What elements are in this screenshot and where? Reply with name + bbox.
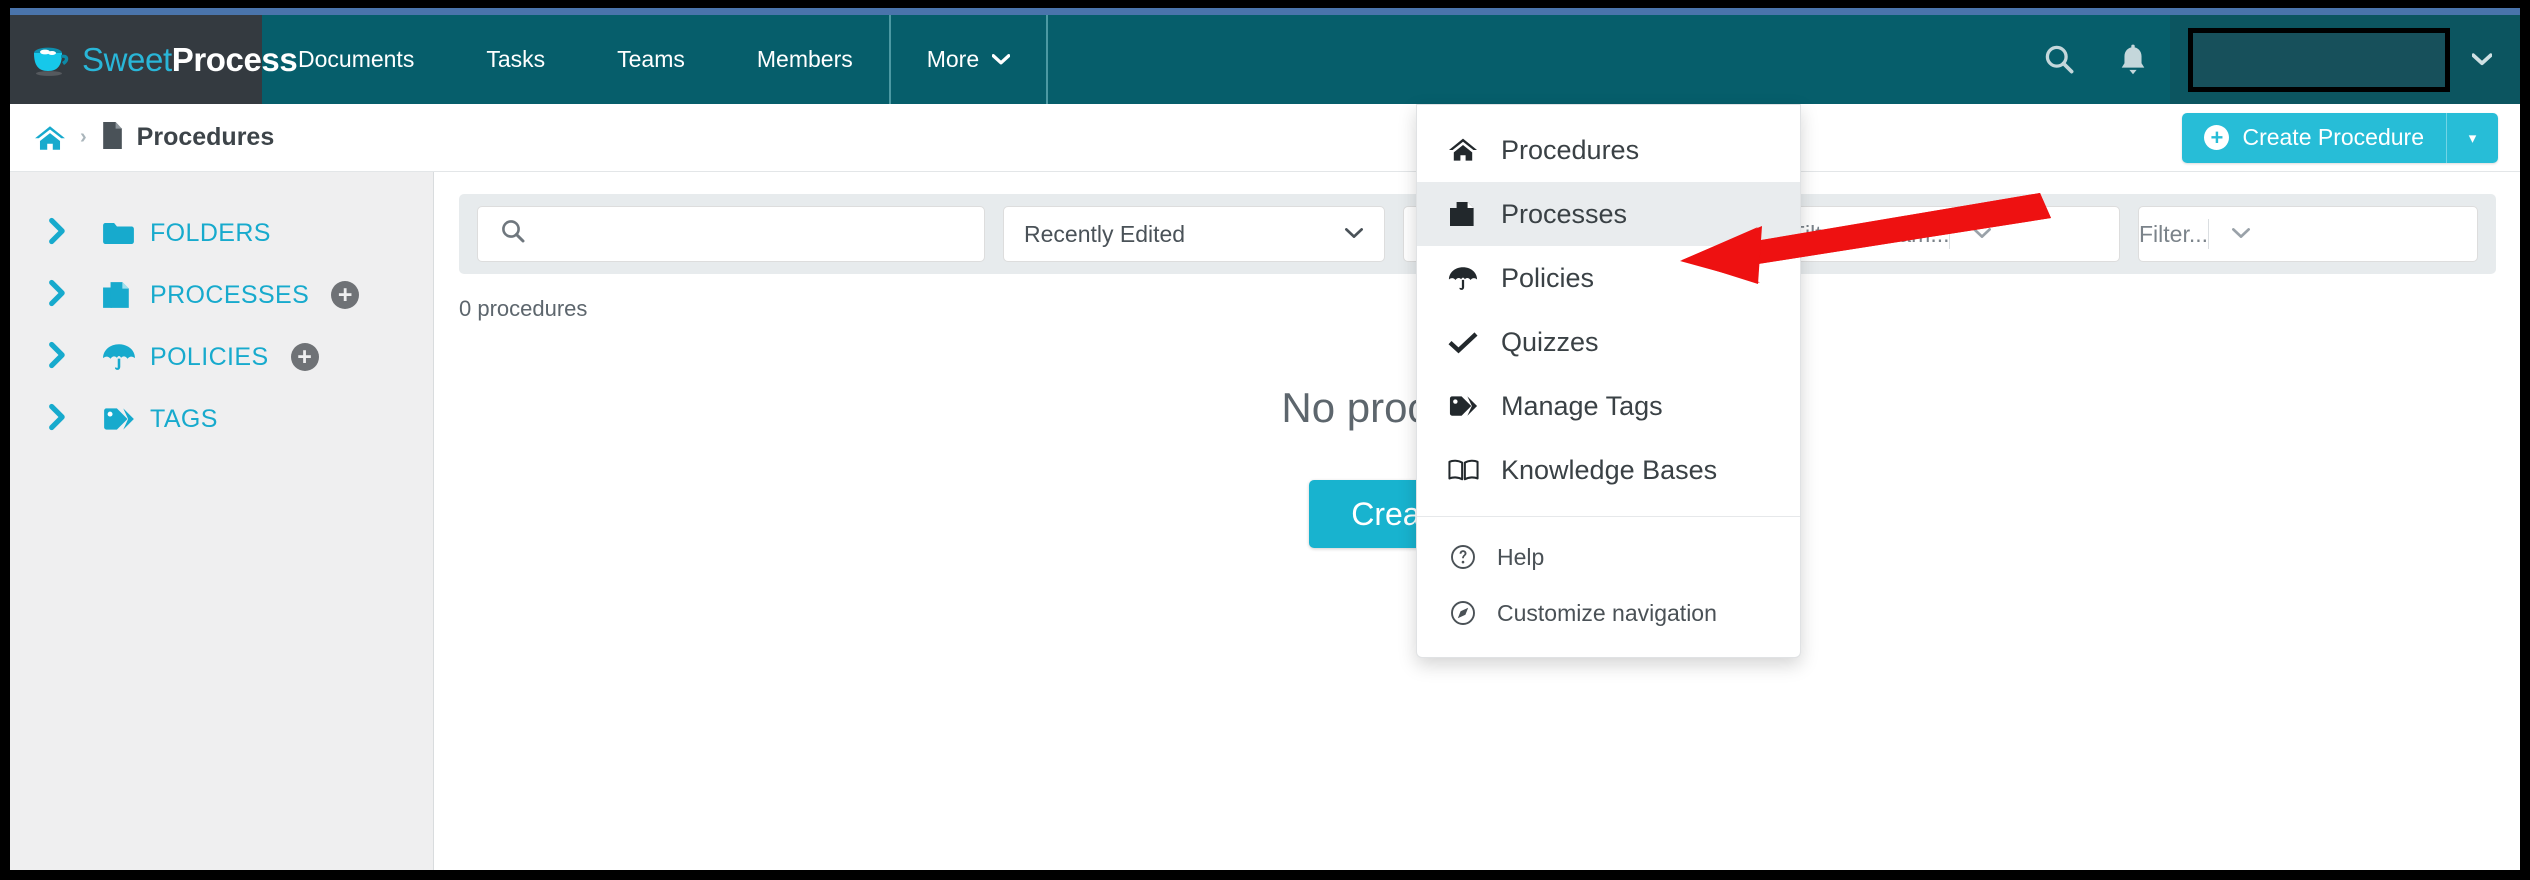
chevron-right-icon[interactable]	[48, 279, 102, 312]
sidebar-item-folders[interactable]: FOLDERS	[10, 202, 433, 264]
chevron-down-icon	[991, 51, 1011, 68]
search-field[interactable]	[477, 206, 985, 262]
breadcrumb-separator: ›	[80, 126, 87, 148]
processes-icon	[1445, 200, 1481, 228]
search-input[interactable]	[542, 220, 984, 248]
add-policy-button[interactable]: +	[290, 343, 319, 371]
create-procedure-label: Create Procedure	[2242, 124, 2424, 150]
sidebar: FOLDERS PROCESSES + POLICIES + TAGS	[10, 172, 434, 870]
search-icon[interactable]	[2022, 15, 2096, 104]
create-procedure-dropdown-toggle[interactable]: ▾	[2446, 112, 2498, 163]
page-progress-bar	[10, 8, 2520, 15]
umbrella-icon	[102, 342, 150, 372]
menu-item-label: Policies	[1501, 262, 1595, 293]
menu-divider	[1417, 516, 1800, 517]
search-icon	[500, 218, 526, 250]
page-title: Procedures	[136, 123, 275, 151]
extra-filter-select[interactable]: Filter...	[2138, 206, 2478, 262]
screenshot-frame: SweetProcess Documents Tasks Teams Membe…	[0, 0, 2530, 880]
nav-item-label: Members	[756, 46, 853, 72]
tag-icon	[102, 406, 150, 432]
add-process-button[interactable]: +	[331, 281, 360, 309]
top-navigation-bar: SweetProcess Documents Tasks Teams Membe…	[10, 15, 2520, 104]
brand-logo-area[interactable]: SweetProcess	[10, 15, 298, 104]
chevron-down-icon	[2231, 224, 2251, 244]
sidebar-item-label: TAGS	[150, 404, 218, 433]
breadcrumb: › Procedures	[10, 121, 274, 155]
nav-item-label: Documents	[298, 46, 415, 72]
sidebar-item-label: POLICIES	[150, 342, 269, 371]
chevron-right-icon[interactable]	[48, 341, 102, 374]
sidebar-item-label: FOLDERS	[150, 218, 271, 247]
caret-down-icon: ▾	[2468, 129, 2477, 147]
more-dropdown-menu: Procedures Processes Policies Quizzes Ma…	[1416, 104, 1801, 658]
menu-item-quizzes[interactable]: Quizzes	[1417, 310, 1800, 374]
user-menu[interactable]	[2170, 15, 2520, 104]
menu-item-label: Manage Tags	[1501, 390, 1663, 421]
breadcrumb-bar: › Procedures + Create Procedure ▾	[10, 104, 2520, 172]
home-icon[interactable]	[34, 124, 66, 152]
compass-icon	[1445, 600, 1481, 626]
menu-item-manage-tags[interactable]: Manage Tags	[1417, 374, 1800, 438]
select-divider	[1949, 219, 1951, 249]
menu-item-policies[interactable]: Policies	[1417, 246, 1800, 310]
menu-item-processes[interactable]: Processes	[1417, 182, 1800, 246]
chevron-down-icon	[1972, 224, 1992, 244]
sort-select-value: Recently Edited	[1024, 220, 1186, 247]
sidebar-item-policies[interactable]: POLICIES +	[10, 326, 433, 388]
menu-item-customize-navigation[interactable]: Customize navigation	[1417, 585, 1800, 641]
chevron-right-icon[interactable]	[48, 217, 102, 250]
brand-text-part1: Sweet	[82, 40, 172, 78]
menu-item-label: Processes	[1501, 198, 1628, 229]
team-filter-placeholder: Filter by team...	[1791, 220, 1950, 247]
menu-item-knowledge-bases[interactable]: Knowledge Bases	[1417, 438, 1800, 502]
nav-right-area	[2022, 15, 2520, 104]
create-procedure-button-group: + Create Procedure ▾	[2182, 112, 2498, 163]
menu-item-label: Quizzes	[1501, 326, 1599, 357]
nav-item-label: Teams	[617, 46, 685, 72]
nav-item-more[interactable]: More	[888, 15, 1049, 104]
question-circle-icon	[1445, 544, 1481, 570]
nav-item-teams[interactable]: Teams	[581, 15, 721, 104]
processes-icon	[102, 280, 150, 310]
sidebar-item-processes[interactable]: PROCESSES +	[10, 264, 433, 326]
folder-icon	[102, 220, 150, 247]
nav-item-tasks[interactable]: Tasks	[450, 15, 581, 104]
select-divider	[2208, 219, 2210, 249]
coffee-cup-icon	[28, 40, 74, 80]
menu-item-label: Knowledge Bases	[1501, 454, 1718, 485]
create-procedure-button[interactable]: + Create Procedure	[2182, 112, 2446, 163]
nav-items: Documents Tasks Teams Members More	[262, 15, 1049, 104]
sort-select[interactable]: Recently Edited	[1003, 206, 1385, 262]
sidebar-item-tags[interactable]: TAGS	[10, 388, 433, 450]
menu-item-label: Customize navigation	[1497, 599, 1717, 626]
nav-item-members[interactable]: Members	[721, 15, 889, 104]
book-icon	[1445, 458, 1481, 482]
home-icon	[1445, 137, 1481, 163]
bell-icon[interactable]	[2096, 15, 2170, 104]
extra-filter-placeholder: Filter...	[2139, 220, 2209, 247]
app-page: SweetProcess Documents Tasks Teams Membe…	[10, 8, 2520, 870]
umbrella-icon	[1445, 265, 1481, 292]
chevron-down-icon	[1344, 224, 1364, 244]
nav-item-documents[interactable]: Documents	[262, 15, 450, 104]
menu-item-procedures[interactable]: Procedures	[1417, 118, 1800, 182]
select-controls	[1949, 219, 1992, 249]
chevron-right-icon[interactable]	[48, 403, 102, 436]
nav-item-label: Tasks	[486, 46, 546, 72]
team-filter-select[interactable]: Filter by team...	[1790, 206, 2120, 262]
sidebar-item-label: PROCESSES	[150, 280, 310, 309]
menu-item-label: Help	[1497, 543, 1545, 570]
menu-item-help[interactable]: Help	[1417, 529, 1800, 585]
chevron-down-icon[interactable]	[2450, 15, 2516, 104]
plus-circle-icon: +	[2204, 125, 2230, 150]
document-icon	[101, 121, 124, 155]
menu-item-label: Procedures	[1501, 134, 1640, 165]
user-name-redaction-box	[2188, 27, 2450, 92]
breadcrumb-current: Procedures	[101, 121, 275, 155]
check-icon	[1445, 330, 1481, 354]
select-controls	[2208, 219, 2251, 249]
nav-item-label: More	[926, 46, 980, 72]
tag-icon	[1445, 394, 1481, 418]
